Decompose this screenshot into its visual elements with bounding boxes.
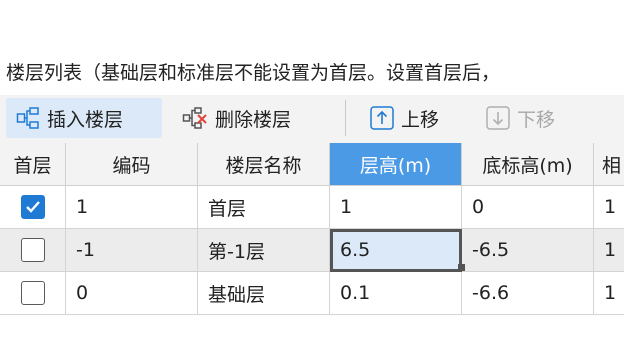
floor-toolbar: 插入楼层 删除楼层 上移 下移 [0, 95, 624, 144]
header-bottom-elevation[interactable]: 底标高(m) [462, 143, 594, 186]
arrow-up-icon [370, 106, 394, 130]
bottom-elevation-cell[interactable]: -6.5 [462, 229, 594, 272]
table-row[interactable]: 1 首层 1 0 1 [0, 186, 624, 229]
move-down-label: 下移 [517, 108, 556, 131]
first-floor-checkbox[interactable] [20, 195, 45, 219]
table-row[interactable]: -1 第-1层 6.5 -6.5 1 [0, 229, 624, 272]
floor-name-cell[interactable]: 首层 [198, 186, 330, 229]
code-cell[interactable]: -1 [66, 229, 198, 272]
code-cell[interactable]: 1 [66, 186, 198, 229]
move-up-button[interactable]: 上移 [364, 98, 464, 138]
first-floor-cell [0, 229, 66, 272]
fill-handle[interactable] [458, 264, 465, 271]
insert-floor-label: 插入楼层 [47, 108, 124, 131]
floor-name-cell[interactable]: 第-1层 [198, 229, 330, 272]
floor-name-cell[interactable]: 基础层 [198, 272, 330, 315]
first-floor-cell [0, 272, 66, 315]
bottom-elevation-cell[interactable]: 0 [462, 186, 594, 229]
header-next-column[interactable]: 相 [594, 143, 624, 186]
insert-floor-button[interactable]: 插入楼层 [6, 98, 162, 138]
delete-floor-button[interactable]: 删除楼层 [174, 98, 324, 138]
first-floor-cell [0, 186, 66, 229]
floor-height-cell[interactable]: 1 [330, 186, 462, 229]
move-up-label: 上移 [401, 108, 440, 131]
first-floor-checkbox[interactable] [20, 281, 45, 305]
next-column-cell[interactable]: 1 [594, 186, 624, 229]
table-row[interactable]: 0 基础层 0.1 -6.6 1 [0, 272, 624, 315]
delete-floor-label: 删除楼层 [215, 108, 292, 131]
first-floor-checkbox[interactable] [20, 238, 45, 262]
floor-list-caption: 楼层列表（基础层和标准层不能设置为首层。设置首层后， [6, 62, 501, 84]
floor-height-cell-selected[interactable]: 6.5 [330, 229, 462, 272]
header-first-floor[interactable]: 首层 [0, 143, 66, 186]
toolbar-divider [345, 100, 346, 136]
header-floor-name[interactable]: 楼层名称 [198, 143, 330, 186]
code-cell[interactable]: 0 [66, 272, 198, 315]
next-column-cell[interactable]: 1 [594, 229, 624, 272]
insert-floor-icon [16, 106, 40, 130]
arrow-down-icon [486, 106, 510, 130]
move-down-button[interactable]: 下移 [480, 98, 580, 138]
header-code[interactable]: 编码 [66, 143, 198, 186]
delete-floor-icon [182, 106, 208, 130]
bottom-elevation-cell[interactable]: -6.6 [462, 272, 594, 315]
header-floor-height[interactable]: 层高(m) [330, 143, 462, 186]
next-column-cell[interactable]: 1 [594, 272, 624, 315]
checkmark-icon [25, 201, 40, 213]
floor-height-cell[interactable]: 0.1 [330, 272, 462, 315]
